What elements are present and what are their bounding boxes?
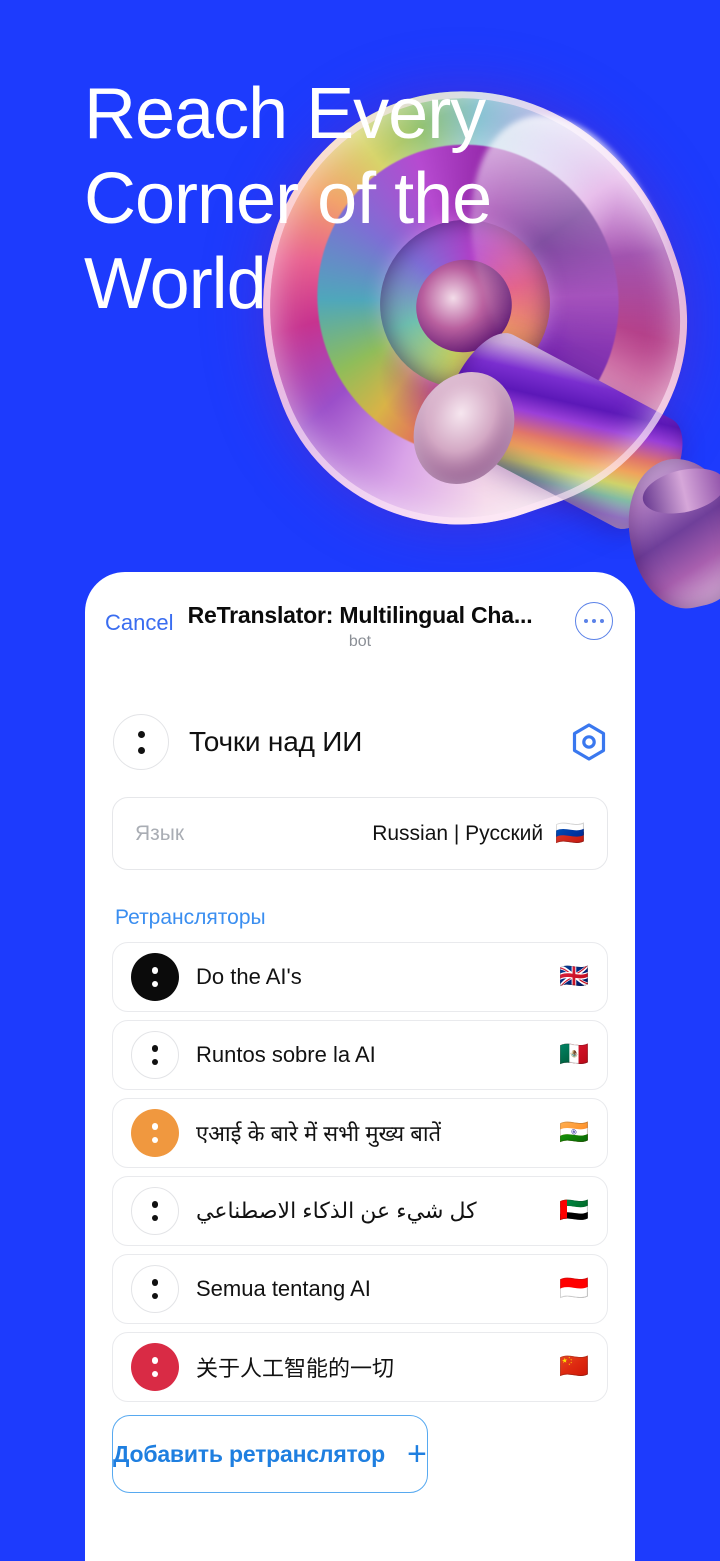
two-dots-avatar-icon bbox=[131, 1265, 179, 1313]
avatar-dot-bottom bbox=[151, 1058, 159, 1065]
chat-title: Точки над ИИ bbox=[189, 726, 363, 757]
plus-icon: + bbox=[407, 1435, 427, 1473]
avatar-dot-bottom bbox=[151, 1292, 159, 1299]
more-dot-3 bbox=[599, 618, 605, 624]
relay-label: एआई के बारे में सभी मुख्य बातें bbox=[196, 1121, 442, 1146]
relay-row[interactable]: Runtos sobre la AI 🇲🇽 bbox=[112, 1020, 608, 1090]
relay-row[interactable]: Semua tentang AI 🇮🇩 bbox=[112, 1254, 608, 1324]
add-relay-button[interactable]: Добавить ретранслятор + bbox=[112, 1415, 428, 1493]
two-dots-avatar-icon bbox=[131, 1343, 179, 1391]
avatar-dot-bottom bbox=[151, 1370, 159, 1377]
language-value: Russian | Русский bbox=[372, 821, 544, 845]
relay-label: Semua tentang AI bbox=[196, 1276, 371, 1301]
relays-section-title: Ретрансляторы bbox=[115, 906, 266, 929]
two-dots-avatar-icon bbox=[131, 1187, 179, 1235]
relay-row[interactable]: Do the AI's 🇬🇧 bbox=[112, 942, 608, 1012]
relay-flag-icon: 🇲🇽 bbox=[559, 1041, 589, 1068]
more-dot-1 bbox=[583, 618, 589, 624]
avatar-dot-bottom bbox=[151, 1136, 159, 1143]
avatar-dot-bottom bbox=[151, 980, 159, 987]
relay-flag-icon: 🇮🇳 bbox=[559, 1119, 589, 1146]
hexagon-settings-icon[interactable] bbox=[569, 722, 609, 762]
two-dots-avatar-icon bbox=[113, 714, 169, 770]
avatar-dot-bottom bbox=[137, 746, 145, 754]
relay-label: كل شيء عن الذكاء الاصطناعي bbox=[196, 1198, 477, 1223]
relay-flag-icon: 🇨🇳 bbox=[559, 1353, 589, 1380]
chat-title-row[interactable]: Точки над ИИ bbox=[113, 703, 609, 781]
relay-flag-icon: 🇮🇩 bbox=[559, 1275, 589, 1302]
two-dots-avatar-icon bbox=[131, 953, 179, 1001]
relay-label: Runtos sobre la AI bbox=[196, 1042, 376, 1067]
avatar-dot-top bbox=[151, 967, 159, 974]
relay-row[interactable]: كل شيء عن الذكاء الاصطناعي 🇦🇪 bbox=[112, 1176, 608, 1246]
cancel-button[interactable]: Cancel bbox=[105, 610, 173, 636]
more-dot-2 bbox=[591, 618, 597, 624]
card-header: Cancel ReTranslator: Multilingual Cha...… bbox=[85, 572, 635, 660]
relay-flag-icon: 🇦🇪 bbox=[559, 1197, 589, 1224]
avatar-dot-top bbox=[151, 1279, 159, 1286]
relay-list: Do the AI's 🇬🇧 Runtos sobre la AI 🇲🇽 एआई के … bbox=[112, 942, 608, 1402]
avatar-dot-top bbox=[151, 1201, 159, 1208]
relay-label: 关于人工智能的一切 bbox=[196, 1356, 395, 1381]
avatar-dot-bottom bbox=[151, 1214, 159, 1221]
language-field[interactable]: Язык Russian | Русский 🇷🇺 bbox=[112, 797, 608, 870]
avatar-dot-top bbox=[137, 730, 145, 738]
hero-banner: Reach Every Corner of the World bbox=[0, 0, 720, 640]
language-label: Язык bbox=[135, 821, 185, 845]
hero-headline: Reach Every Corner of the World bbox=[84, 74, 492, 324]
relay-flag-icon: 🇬🇧 bbox=[559, 963, 589, 990]
avatar-dot-top bbox=[151, 1045, 159, 1052]
bot-settings-card: Cancel ReTranslator: Multilingual Cha...… bbox=[85, 572, 635, 1561]
more-dots-icon[interactable] bbox=[575, 602, 613, 640]
avatar-dot-top bbox=[151, 1123, 159, 1130]
relay-label: Do the AI's bbox=[196, 964, 302, 989]
avatar-dot-top bbox=[151, 1357, 159, 1364]
two-dots-avatar-icon bbox=[131, 1031, 179, 1079]
add-relay-label: Добавить ретранслятор bbox=[113, 1440, 386, 1467]
language-flag-icon: 🇷🇺 bbox=[555, 819, 585, 847]
relay-row[interactable]: एआई के बारे में सभी मुख्य बातें 🇮🇳 bbox=[112, 1098, 608, 1168]
two-dots-avatar-icon bbox=[131, 1109, 179, 1157]
relay-row[interactable]: 关于人工智能的一切 🇨🇳 bbox=[112, 1332, 608, 1402]
